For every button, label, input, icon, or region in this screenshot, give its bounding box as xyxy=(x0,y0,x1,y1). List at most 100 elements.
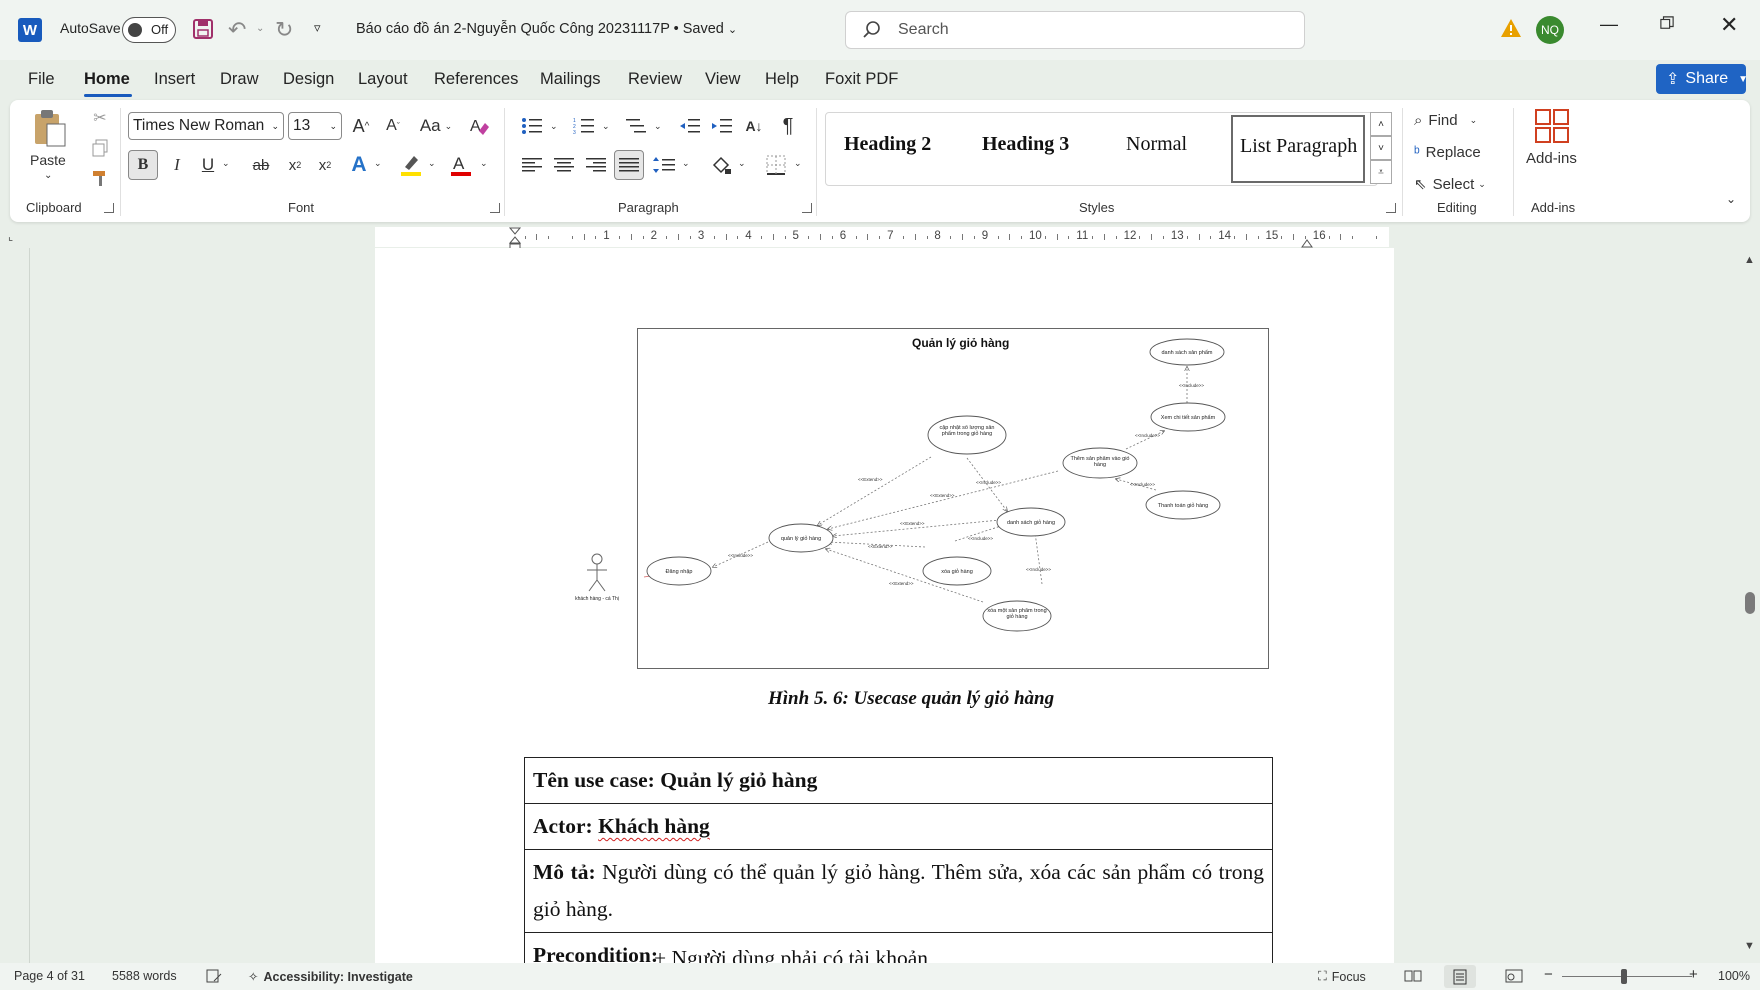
zoom-level[interactable]: 100% xyxy=(1718,969,1750,983)
find-button[interactable]: ⌕ Find ⌄ xyxy=(1414,108,1477,132)
undo-dropdown-icon[interactable]: ⌄ xyxy=(256,23,264,34)
search-input[interactable]: Search xyxy=(845,11,1305,49)
vertical-scrollbar[interactable]: ▲ ▼ xyxy=(1740,248,1760,963)
tab-references[interactable]: References xyxy=(434,70,518,89)
highlight-icon[interactable] xyxy=(398,150,424,180)
cut-icon[interactable]: ✂ xyxy=(90,108,110,128)
zoom-out-icon[interactable]: − xyxy=(1544,966,1553,983)
tab-selector-icon[interactable]: ⌞ xyxy=(8,230,13,243)
read-mode-icon[interactable] xyxy=(1404,969,1422,983)
change-case-button[interactable]: Aa ⌄ xyxy=(414,113,458,139)
superscript-button[interactable]: x2 xyxy=(312,150,338,180)
undo-icon[interactable]: ↶ xyxy=(228,17,246,43)
styles-more-icon[interactable]: ⩡ xyxy=(1370,160,1392,184)
collapse-ribbon-icon[interactable]: ⌄ xyxy=(1726,192,1736,206)
zoom-slider[interactable] xyxy=(1562,976,1692,977)
document-page[interactable]: Quản lý giỏ hàng <<Include>> <<Include>>… xyxy=(375,248,1394,963)
shading-icon[interactable] xyxy=(708,150,736,180)
tab-draw[interactable]: Draw xyxy=(220,70,259,89)
indent-marker-icon[interactable] xyxy=(508,227,522,250)
add-ins-button[interactable]: Add-ins xyxy=(1526,150,1577,167)
font-color-dropdown-icon[interactable]: ⌄ xyxy=(480,158,488,169)
font-color-icon[interactable]: A xyxy=(448,150,474,180)
numbering-icon[interactable]: 123 xyxy=(570,113,598,139)
avatar[interactable]: NQ xyxy=(1536,16,1564,44)
usecase-table[interactable]: Tên use case: Quản lý giỏ hàng Actor: Kh… xyxy=(524,757,1273,963)
customize-quick-access-icon[interactable]: ▿ xyxy=(314,20,321,36)
shading-dropdown-icon[interactable]: ⌄ xyxy=(738,158,746,169)
paste-dropdown-icon[interactable]: ⌄ xyxy=(44,170,52,181)
select-button[interactable]: ⇖ Select ⌄ xyxy=(1414,172,1486,196)
align-right-icon[interactable] xyxy=(582,150,610,180)
table-cell[interactable]: Actor: Khách hàng xyxy=(524,803,1273,850)
tab-help[interactable]: Help xyxy=(765,70,799,89)
tab-insert[interactable]: Insert xyxy=(154,70,195,89)
tab-mailings[interactable]: Mailings xyxy=(540,70,601,89)
scrollbar-thumb[interactable] xyxy=(1745,592,1755,614)
save-icon[interactable] xyxy=(192,18,214,40)
clear-formatting-icon[interactable]: A xyxy=(466,113,492,139)
close-icon[interactable]: ✕ xyxy=(1720,12,1738,38)
zoom-in-icon[interactable]: + xyxy=(1689,966,1698,983)
font-name-input[interactable]: Times New Roman ⌄ xyxy=(128,112,284,140)
increase-indent-icon[interactable] xyxy=(708,113,736,139)
strikethrough-button[interactable]: ab xyxy=(246,150,276,180)
print-layout-icon[interactable] xyxy=(1444,965,1476,988)
proofing-icon[interactable] xyxy=(206,969,222,983)
tab-design[interactable]: Design xyxy=(283,70,334,89)
highlight-dropdown-icon[interactable]: ⌄ xyxy=(428,158,436,169)
italic-button[interactable]: I xyxy=(164,150,190,180)
show-formatting-icon[interactable]: ¶ xyxy=(774,113,802,139)
grow-font-icon[interactable]: A ^ xyxy=(348,113,374,139)
minimize-icon[interactable]: — xyxy=(1600,14,1618,35)
autosave-toggle[interactable]: Off xyxy=(122,17,176,43)
text-effects-dropdown-icon[interactable]: ⌄ xyxy=(374,158,382,169)
table-cell[interactable]: Mô tả: Người dùng có thể quản lý giỏ hàn… xyxy=(524,849,1273,933)
focus-button[interactable]: ⛶ Focus xyxy=(1318,969,1366,984)
font-launcher-icon[interactable] xyxy=(490,203,500,213)
tab-layout[interactable]: Layout xyxy=(358,70,408,89)
replace-button[interactable]: ᵇ Replace xyxy=(1414,140,1481,164)
align-left-icon[interactable] xyxy=(518,150,546,180)
warning-icon[interactable] xyxy=(1500,17,1522,39)
style-heading-2[interactable]: Heading 2 xyxy=(844,133,931,156)
copy-icon[interactable] xyxy=(90,138,110,158)
usecase-diagram[interactable]: Quản lý giỏ hàng <<Include>> <<Include>>… xyxy=(637,328,1269,669)
paragraph-launcher-icon[interactable] xyxy=(802,203,812,213)
table-cell[interactable]: Tên use case: Quản lý giỏ hàng xyxy=(524,757,1273,804)
borders-dropdown-icon[interactable]: ⌄ xyxy=(794,158,802,169)
underline-button[interactable]: U xyxy=(196,150,220,180)
redo-icon[interactable]: ↻ xyxy=(275,17,293,43)
scroll-down-icon[interactable]: ▼ xyxy=(1744,940,1755,952)
bullets-icon[interactable] xyxy=(518,113,546,139)
shrink-font-icon[interactable]: Aˇ xyxy=(380,113,406,139)
align-center-icon[interactable] xyxy=(550,150,578,180)
clipboard-launcher-icon[interactable] xyxy=(104,203,114,213)
subscript-button[interactable]: x2 xyxy=(282,150,308,180)
right-indent-marker-icon[interactable] xyxy=(1301,235,1313,248)
style-normal[interactable]: Normal xyxy=(1126,133,1187,156)
page-count[interactable]: Page 4 of 31 xyxy=(14,969,85,983)
tab-review[interactable]: Review xyxy=(628,70,682,89)
multilevel-list-icon[interactable] xyxy=(622,113,650,139)
styles-down-icon[interactable]: ˅ xyxy=(1370,136,1392,160)
zoom-slider-thumb[interactable] xyxy=(1621,969,1627,984)
accessibility-status[interactable]: ✧ Accessibility: Investigate xyxy=(248,969,413,985)
paste-icon[interactable] xyxy=(32,108,68,148)
justify-icon[interactable] xyxy=(614,150,644,180)
document-title[interactable]: Báo cáo đồ án 2-Nguyễn Quốc Công 2023111… xyxy=(356,21,737,37)
tab-foxit-pdf[interactable]: Foxit PDF xyxy=(825,70,898,89)
share-button[interactable]: ⇪ Share ▼ xyxy=(1656,64,1748,94)
styles-launcher-icon[interactable] xyxy=(1386,203,1396,213)
format-painter-icon[interactable] xyxy=(90,168,110,188)
restore-icon[interactable] xyxy=(1660,16,1674,30)
line-spacing-dropdown-icon[interactable]: ⌄ xyxy=(682,158,690,169)
tab-home[interactable]: Home xyxy=(84,70,130,89)
decrease-indent-icon[interactable] xyxy=(676,113,704,139)
line-spacing-icon[interactable] xyxy=(650,150,678,180)
text-effects-icon[interactable]: A xyxy=(346,150,372,180)
multilevel-dropdown-icon[interactable]: ⌄ xyxy=(654,121,662,132)
add-ins-icon[interactable] xyxy=(1534,108,1570,144)
bold-button[interactable]: B xyxy=(128,150,158,180)
tab-view[interactable]: View xyxy=(705,70,740,89)
